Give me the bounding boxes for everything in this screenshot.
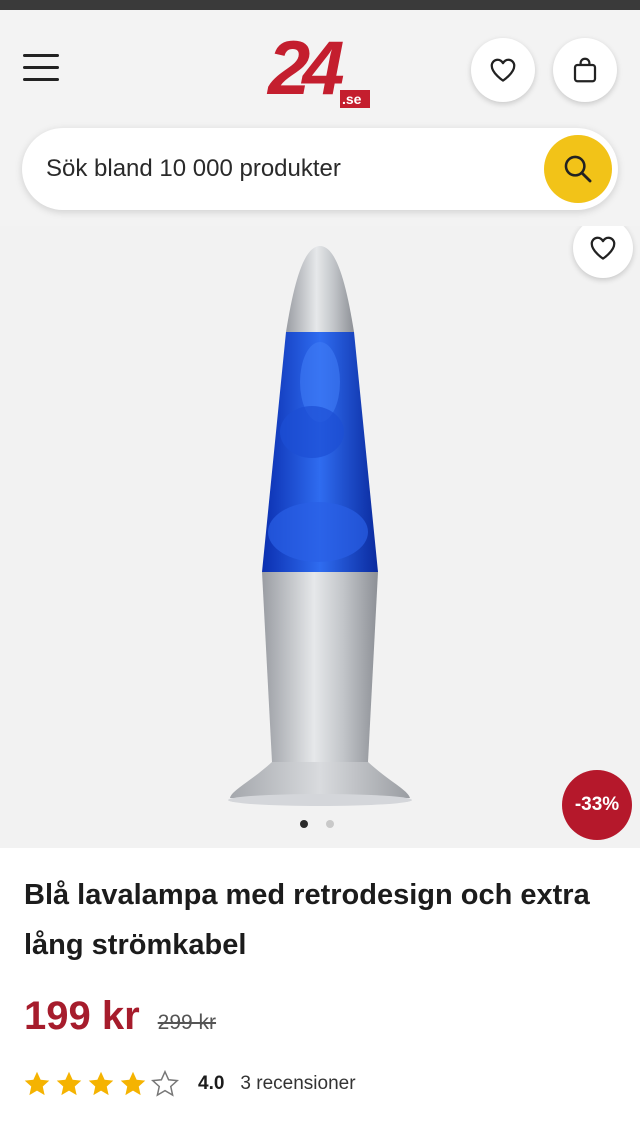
carousel-dot[interactable] xyxy=(326,820,334,828)
star-filled-icon xyxy=(88,1071,114,1096)
menu-button[interactable] xyxy=(20,50,64,86)
star-filled-icon xyxy=(24,1071,50,1096)
product-image-carousel[interactable]: -33% xyxy=(0,226,640,848)
star-filled-icon xyxy=(56,1071,82,1096)
carousel-dots xyxy=(300,820,334,828)
rating-row[interactable]: 4.0 3 recensioner xyxy=(22,1066,356,1102)
product-wishlist-button[interactable] xyxy=(573,226,633,278)
site-logo[interactable]: 24 .se xyxy=(266,28,376,114)
current-price: 199 kr xyxy=(24,994,140,1038)
search-bar xyxy=(22,128,618,210)
star-empty-icon xyxy=(150,1069,180,1097)
star-filled-icon xyxy=(120,1071,146,1096)
original-price: 299 kr xyxy=(157,1011,217,1034)
magnifier-icon xyxy=(564,155,592,183)
menu-line xyxy=(23,66,59,69)
logo-suffix: .se xyxy=(342,91,362,107)
rating-value: 4.0 xyxy=(198,1073,225,1094)
logo-text: 24 xyxy=(266,28,343,111)
menu-line xyxy=(23,54,59,57)
star-rating xyxy=(22,1069,180,1099)
status-bar xyxy=(0,0,640,10)
price-row: 199 kr 299 kr xyxy=(24,994,216,1046)
menu-line xyxy=(23,78,59,81)
cart-button[interactable] xyxy=(553,38,617,102)
carousel-dot[interactable] xyxy=(300,820,308,828)
shopping-bag-icon xyxy=(573,57,597,83)
heart-icon xyxy=(490,58,516,82)
discount-badge: -33% xyxy=(562,770,632,840)
site-header: 24 .se xyxy=(0,10,640,226)
heart-icon xyxy=(590,236,616,260)
search-input[interactable] xyxy=(46,128,526,210)
lava-lamp-image xyxy=(228,246,412,806)
product-title: Blå lavalampa med retrodesign och extra … xyxy=(24,879,590,961)
wishlist-button[interactable] xyxy=(471,38,535,102)
review-count-link[interactable]: 3 recensioner xyxy=(240,1073,355,1095)
search-button[interactable] xyxy=(544,135,612,203)
